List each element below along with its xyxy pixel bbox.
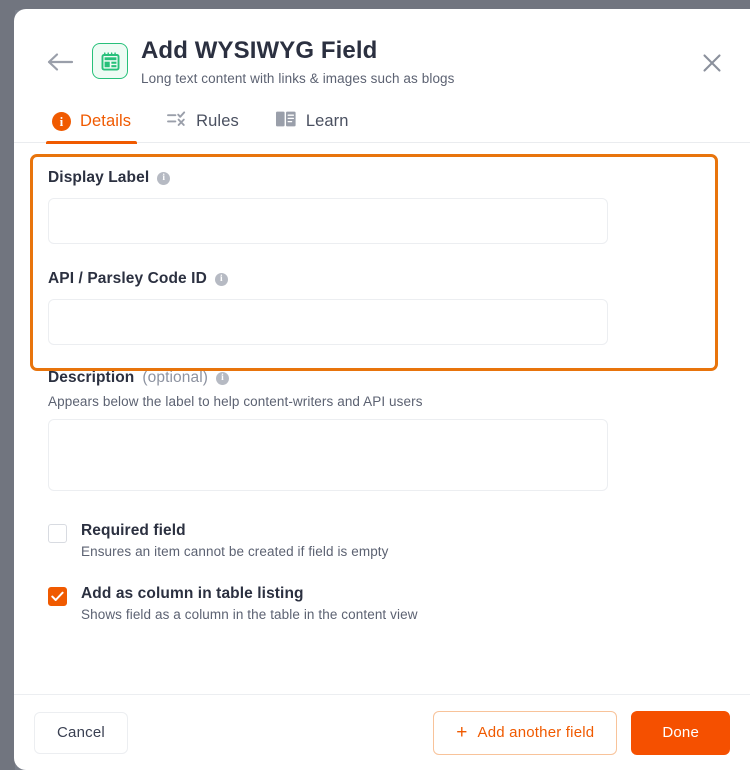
info-icon[interactable]: i	[216, 371, 229, 385]
add-as-column-subtitle: Shows field as a column in the table in …	[81, 607, 418, 622]
tab-details-label: Details	[80, 112, 132, 130]
cancel-button[interactable]: Cancel	[34, 711, 128, 754]
required-field-title: Required field	[81, 522, 186, 539]
checkmark-icon	[51, 591, 64, 601]
tab-rules-label: Rules	[196, 112, 239, 130]
modal-footer: Cancel + Add another field Done	[14, 694, 750, 770]
plus-icon: +	[456, 722, 468, 743]
api-code-id-input[interactable]	[48, 299, 608, 345]
add-as-column-title: Add as column in table listing	[81, 585, 304, 602]
description-helper-text: Appears below the label to help content-…	[48, 394, 423, 409]
screen: Add WYSIWYG Field Long text content with…	[0, 0, 750, 770]
rules-checklist-icon	[167, 110, 187, 133]
add-as-column-row[interactable]: Add as column in table listing Shows fie…	[34, 585, 730, 622]
description-label-text: Description	[48, 369, 135, 386]
tab-details[interactable]: i Details	[45, 101, 138, 144]
close-icon[interactable]	[700, 51, 724, 75]
display-label-text: Display Label	[48, 169, 150, 186]
required-field-checkbox[interactable]	[48, 524, 67, 543]
description-textarea[interactable]	[48, 419, 608, 491]
modal-body: Display Label i API / Parsley Code ID i …	[14, 143, 750, 703]
tab-bar: i Details Rules Learn	[14, 101, 750, 144]
add-as-column-text-block: Add as column in table listing Shows fie…	[81, 585, 418, 622]
add-field-modal: Add WYSIWYG Field Long text content with…	[14, 9, 750, 770]
add-another-field-button[interactable]: + Add another field	[433, 710, 618, 755]
modal-header: Add WYSIWYG Field Long text content with…	[14, 9, 750, 101]
required-field-subtitle: Ensures an item cannot be created if fie…	[81, 544, 389, 559]
display-label-label: Display Label i	[48, 169, 730, 187]
title-block: Add WYSIWYG Field Long text content with…	[141, 37, 455, 86]
tab-learn[interactable]: Learn	[275, 101, 349, 143]
description-optional-text: (optional)	[142, 369, 208, 386]
api-code-id-label: API / Parsley Code ID i	[48, 270, 730, 288]
display-label-field-group: Display Label i	[34, 143, 730, 244]
footer-actions: + Add another field Done	[433, 710, 730, 755]
tab-learn-label: Learn	[305, 112, 349, 130]
required-field-row[interactable]: Required field Ensures an item cannot be…	[34, 522, 730, 559]
done-button[interactable]: Done	[631, 710, 730, 755]
add-as-column-checkbox[interactable]	[48, 587, 67, 606]
description-label: Description (optional) i	[48, 369, 730, 387]
book-icon	[275, 110, 297, 133]
wysiwyg-field-icon	[92, 43, 128, 79]
info-circle-icon: i	[52, 112, 71, 131]
api-code-id-field-group: API / Parsley Code ID i	[34, 244, 730, 345]
backdrop-left	[0, 0, 15, 770]
back-arrow-icon[interactable]	[46, 51, 74, 73]
page-title: Add WYSIWYG Field	[141, 37, 378, 64]
tab-rules[interactable]: Rules	[167, 101, 239, 143]
add-another-field-label: Add another field	[477, 724, 595, 741]
info-icon[interactable]: i	[157, 171, 171, 185]
info-icon[interactable]: i	[214, 272, 228, 286]
required-field-text-block: Required field Ensures an item cannot be…	[81, 522, 389, 559]
api-code-id-text: API / Parsley Code ID	[48, 270, 207, 287]
display-label-input[interactable]	[48, 198, 608, 244]
page-subtitle: Long text content with links & images su…	[141, 70, 455, 86]
